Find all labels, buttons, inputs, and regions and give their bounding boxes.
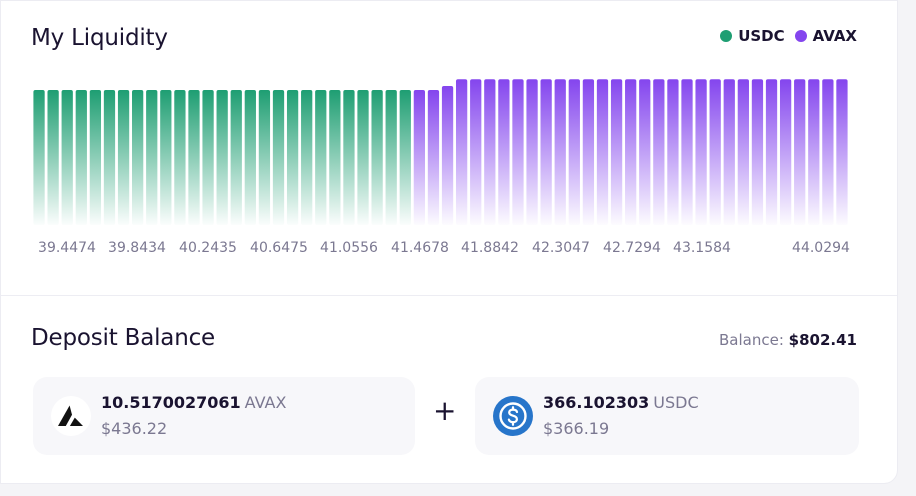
bar-avax-20 xyxy=(695,79,707,225)
balance-label: Balance: xyxy=(719,331,784,349)
bar-avax-10 xyxy=(554,79,566,225)
avax-amount: 10.5170027061 xyxy=(101,393,241,412)
deposit-title: Deposit Balance xyxy=(31,325,215,351)
avax-usd-value: $436.22 xyxy=(101,419,168,438)
bar-usdc-14 xyxy=(230,90,242,225)
bar-avax-9 xyxy=(540,79,552,225)
x-tick-label: 41.8842 xyxy=(461,240,519,256)
bar-usdc-1 xyxy=(47,90,59,225)
bar-usdc-2 xyxy=(61,90,73,225)
x-tick-label: 42.7294 xyxy=(603,240,661,256)
bar-usdc-5 xyxy=(103,90,116,225)
bar-avax-21 xyxy=(709,79,721,225)
bar-avax-24 xyxy=(751,79,764,225)
bar-avax-26 xyxy=(779,79,792,225)
bar-usdc-9 xyxy=(160,90,172,225)
balance-summary: Balance: $802.41 xyxy=(719,331,857,349)
bar-avax-3 xyxy=(455,79,468,225)
avax-amount-line: 10.5170027061 AVAX xyxy=(101,393,286,412)
usdc-logo-icon xyxy=(493,396,533,436)
usdc-amount: 366.102303 xyxy=(543,393,650,412)
bar-avax-6 xyxy=(498,79,510,225)
avax-deposit-box: 10.5170027061 AVAX $436.22 xyxy=(33,377,415,455)
bar-avax-16 xyxy=(639,79,651,225)
bar-usdc-15 xyxy=(244,90,256,225)
x-tick-label: 41.0556 xyxy=(320,240,378,256)
bar-avax-27 xyxy=(794,79,806,225)
usdc-amount-line: 366.102303 USDC xyxy=(543,393,699,412)
x-tick-label: 42.3047 xyxy=(532,240,590,256)
plus-sign: + xyxy=(433,394,457,427)
chart-bars xyxy=(33,79,848,225)
bar-usdc-23 xyxy=(357,90,369,225)
bar-avax-15 xyxy=(625,79,637,225)
bar-avax-25 xyxy=(765,79,778,225)
bar-avax-17 xyxy=(653,79,665,225)
bar-usdc-7 xyxy=(132,90,144,225)
bar-usdc-11 xyxy=(188,90,200,225)
bar-usdc-16 xyxy=(258,90,271,225)
x-tick-label: 41.4678 xyxy=(391,240,449,256)
bar-avax-1 xyxy=(427,90,440,225)
bar-avax-7 xyxy=(512,79,524,225)
bar-avax-23 xyxy=(737,79,749,225)
bar-usdc-22 xyxy=(343,90,355,225)
x-tick-label: 44.0294 xyxy=(792,240,850,256)
bar-avax-0 xyxy=(413,90,426,225)
bar-avax-2 xyxy=(441,85,454,225)
bar-usdc-13 xyxy=(216,90,228,225)
x-tick-label: 39.8434 xyxy=(108,240,166,256)
bar-avax-28 xyxy=(808,79,820,225)
bar-usdc-6 xyxy=(117,90,130,225)
x-tick-label: 40.6475 xyxy=(250,240,308,256)
bar-usdc-19 xyxy=(301,90,313,225)
chart-x-ticks: 39.4474 39.8434 40.2435 40.6475 41.0556 41.46… xyxy=(38,240,850,256)
bar-avax-14 xyxy=(610,79,623,225)
bar-avax-12 xyxy=(582,79,595,225)
usdc-symbol: USDC xyxy=(653,393,699,412)
section-divider xyxy=(1,295,897,296)
bar-avax-18 xyxy=(667,79,679,225)
x-tick-label: 39.4474 xyxy=(38,240,96,256)
bar-usdc-20 xyxy=(315,90,327,225)
bar-usdc-25 xyxy=(385,90,397,225)
x-tick-label: 40.2435 xyxy=(179,240,237,256)
bar-usdc-12 xyxy=(202,90,214,225)
bar-usdc-8 xyxy=(146,90,158,225)
liquidity-chart: 39.4474 39.8434 40.2435 40.6475 41.0556 41.46… xyxy=(33,79,850,256)
bar-avax-30 xyxy=(836,79,848,225)
avax-logo-icon xyxy=(51,396,91,436)
bar-usdc-10 xyxy=(174,90,186,225)
balance-value: $802.41 xyxy=(788,331,857,349)
bar-avax-19 xyxy=(681,79,693,225)
bar-usdc-18 xyxy=(286,90,299,225)
bar-usdc-4 xyxy=(89,90,102,225)
bar-avax-22 xyxy=(723,79,735,225)
bar-usdc-26 xyxy=(399,90,411,225)
bar-usdc-21 xyxy=(329,90,341,225)
bar-avax-13 xyxy=(596,79,609,225)
bar-usdc-17 xyxy=(272,90,285,225)
bar-avax-4 xyxy=(470,79,482,225)
usdc-usd-value: $366.19 xyxy=(543,419,610,438)
bar-avax-5 xyxy=(484,79,496,225)
x-tick-label: 43.1584 xyxy=(673,240,731,256)
bar-avax-29 xyxy=(822,79,834,225)
bar-usdc-0 xyxy=(33,90,45,225)
avax-symbol: AVAX xyxy=(244,393,287,412)
usdc-deposit-box: 366.102303 USDC $366.19 xyxy=(475,377,859,455)
liquidity-card: My Liquidity USDC AVAX 39.4474 39.8434 40.… xyxy=(0,0,898,484)
bar-usdc-24 xyxy=(371,90,383,225)
bar-avax-11 xyxy=(568,79,580,225)
bar-usdc-3 xyxy=(75,90,87,225)
bar-avax-8 xyxy=(526,79,538,225)
